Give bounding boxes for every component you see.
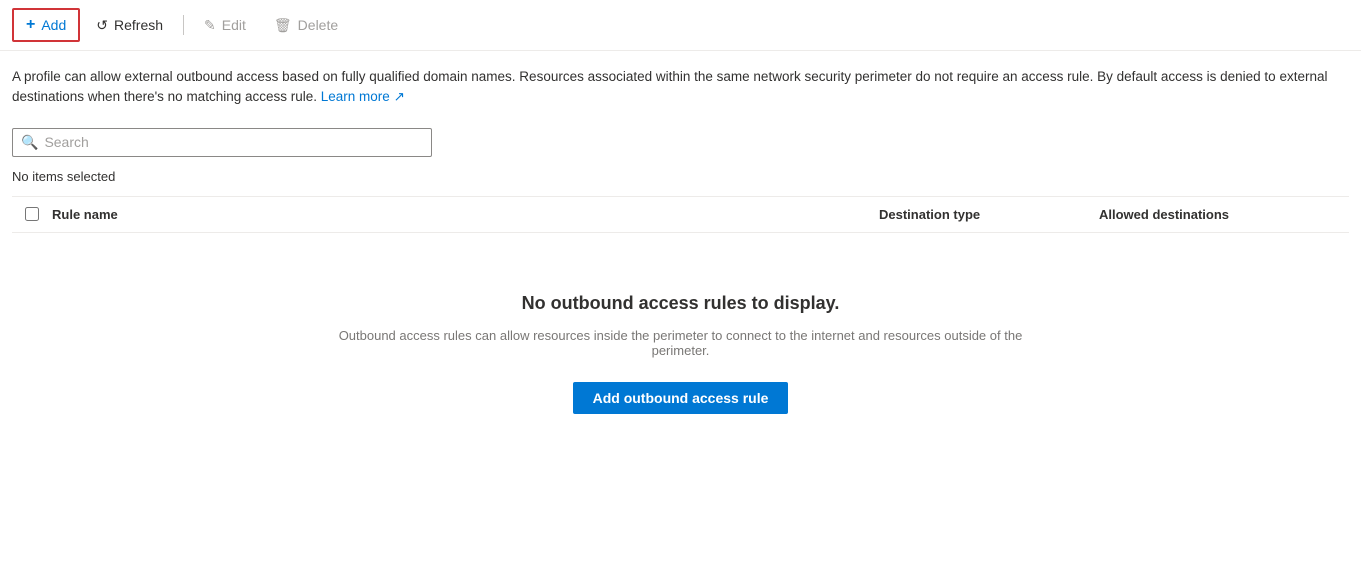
plus-icon: +	[26, 16, 35, 34]
header-checkbox-col	[12, 207, 52, 221]
refresh-button[interactable]: ↺ Refresh	[84, 11, 175, 40]
search-input[interactable]	[44, 134, 423, 150]
no-items-label: No items selected	[0, 161, 1361, 196]
learn-more-label: Learn more	[321, 89, 390, 104]
search-icon: 🔍	[21, 134, 38, 151]
refresh-icon: ↺	[96, 17, 108, 34]
learn-more-link[interactable]: Learn more ↗	[321, 89, 405, 104]
search-box-container: 🔍	[12, 128, 432, 157]
table-container: Rule name Destination type Allowed desti…	[0, 196, 1361, 454]
description-body: A profile can allow external outbound ac…	[12, 69, 1327, 104]
empty-title: No outbound access rules to display.	[522, 293, 840, 314]
table-header: Rule name Destination type Allowed desti…	[12, 196, 1349, 233]
toolbar: + Add ↺ Refresh ✎ Edit 🗑 Delete	[0, 0, 1361, 51]
delete-label: Delete	[298, 17, 338, 33]
add-button[interactable]: + Add	[12, 8, 80, 42]
add-label: Add	[41, 17, 66, 33]
edit-label: Edit	[222, 17, 246, 33]
no-items-text: No items selected	[12, 169, 115, 184]
col-header-allowed-dest: Allowed destinations	[1099, 207, 1349, 222]
delete-icon: 🗑	[274, 17, 292, 34]
select-all-checkbox[interactable]	[25, 207, 39, 221]
edit-button[interactable]: ✎ Edit	[192, 11, 258, 40]
empty-subtitle: Outbound access rules can allow resource…	[331, 328, 1031, 358]
empty-state: No outbound access rules to display. Out…	[12, 233, 1349, 454]
toolbar-divider	[183, 15, 184, 35]
delete-button[interactable]: 🗑 Delete	[262, 11, 350, 40]
external-link-icon: ↗	[394, 89, 405, 104]
edit-icon: ✎	[204, 17, 216, 34]
description-text: A profile can allow external outbound ac…	[0, 51, 1340, 120]
add-outbound-rule-button[interactable]: Add outbound access rule	[573, 382, 789, 414]
search-area: 🔍	[0, 120, 1361, 161]
col-header-rule-name: Rule name	[52, 207, 879, 222]
col-header-dest-type: Destination type	[879, 207, 1099, 222]
add-outbound-rule-label: Add outbound access rule	[593, 390, 769, 406]
refresh-label: Refresh	[114, 17, 163, 33]
